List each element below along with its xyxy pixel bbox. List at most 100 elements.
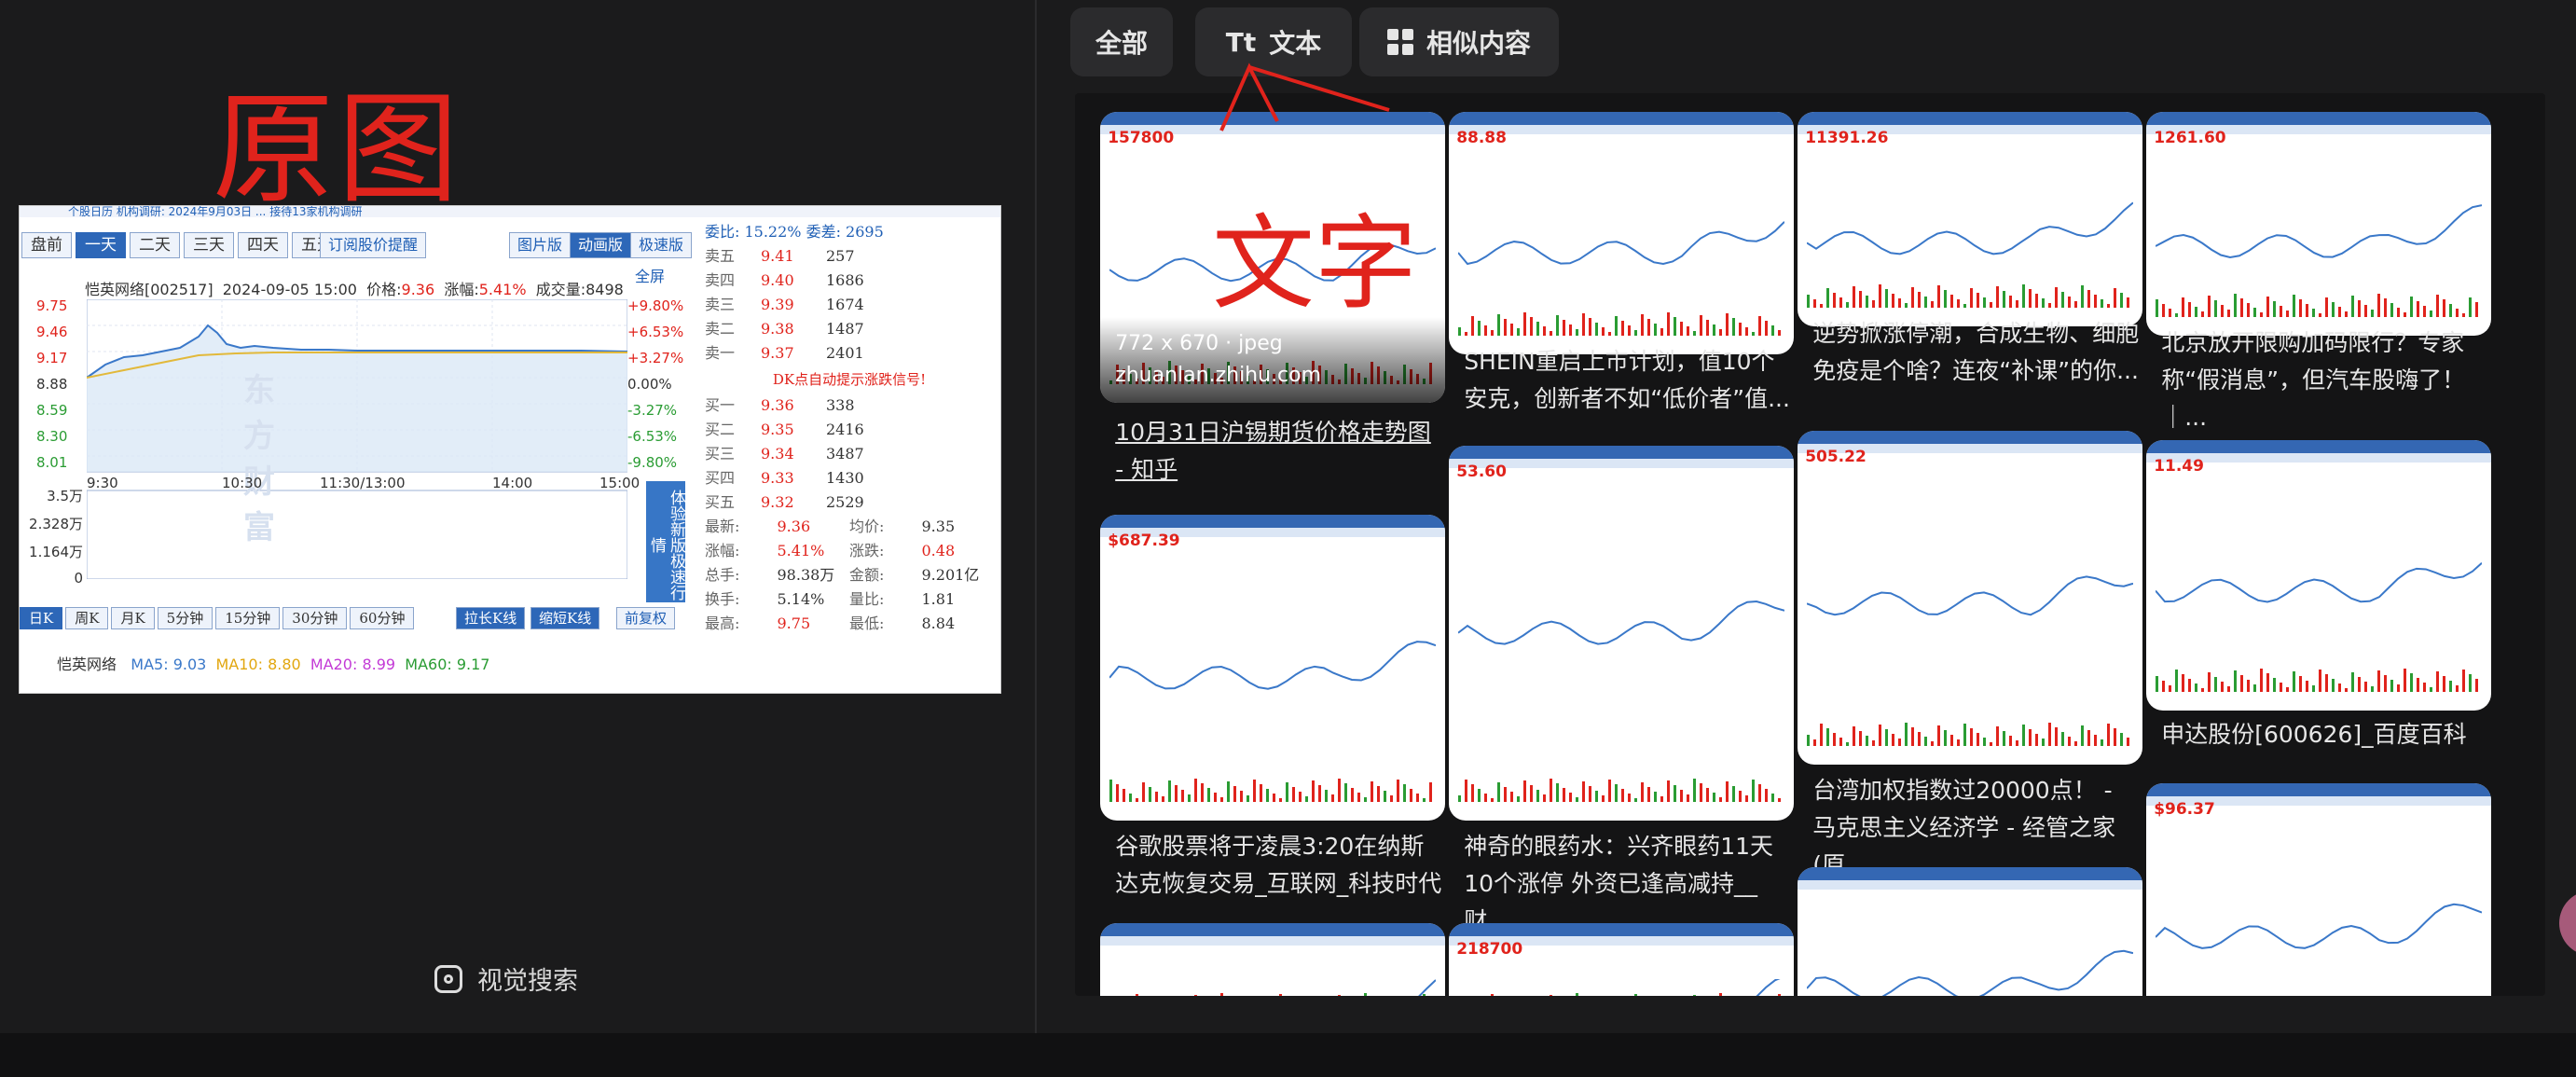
buy-order-row-n: 买二 (705, 421, 736, 438)
thumb-headline: 1261.60 (2154, 129, 2226, 147)
result-thumbnail[interactable]: 218700 (1449, 923, 1795, 996)
tab-three-days[interactable]: 三天 (184, 232, 234, 258)
price-value: 9.36 (401, 281, 435, 298)
camera-scan-icon (434, 964, 462, 993)
forward-adjust-select[interactable]: 前复权 (616, 607, 676, 629)
annotation-original-label: 原图 (213, 78, 463, 220)
quote-stat-row: 换手: 5.14% 量比: 1.81 (705, 587, 994, 612)
time-tick: 9:30 (87, 475, 118, 491)
thumb-headline: 505.22 (1805, 448, 1867, 466)
stock-top-text: 个股日历 机构调研: 2024年9月03日 ... 接待13家机构调研 (20, 206, 1000, 217)
sell-orders: 卖五 9.41 257 卖四 9.40 1686 卖三 9.39 1674 卖二 9.38 1487 卖… (705, 244, 994, 366)
result-thumbnail[interactable]: 88.88 (1449, 112, 1795, 354)
volume-tick: 3.5万 (47, 488, 83, 504)
thumb-header (1798, 431, 2143, 444)
result-thumbnail[interactable]: 1261.60 (2146, 112, 2492, 336)
quote-stat-row: 最高: 9.75 最低: 8.84 (705, 612, 994, 636)
tab-60min[interactable]: 60分钟 (350, 607, 415, 629)
quote-stat-cell: 涨跌: (849, 542, 885, 559)
time-tick: 14:00 (492, 475, 533, 491)
tab-two-days[interactable]: 二天 (130, 232, 180, 258)
tab-text-label: 文本 (1269, 28, 1322, 59)
sell-order-row: 卖三 9.39 1674 (705, 293, 994, 317)
buy-order-row: 买四 9.33 1430 (705, 466, 994, 490)
kline-tabs: 日K 周K 月K 5分钟 15分钟 30分钟 60分钟 (20, 607, 415, 629)
tab-four-days[interactable]: 四天 (238, 232, 288, 258)
subscribe-price-alert-button[interactable]: 订阅股价提醒 (320, 232, 427, 258)
change-label: 涨幅: (444, 281, 479, 298)
volume-tick: 2.328万 (29, 516, 83, 532)
quote-stat-cell: 均价: (849, 518, 885, 535)
sell-order-row: 卖二 9.38 1487 (705, 317, 994, 341)
result-caption[interactable]: 申达股份[600626]_百度百科 (2161, 716, 2487, 753)
ma-legend: 恺英网络 MA5: 9.03 MA10: 8.80 MA20: 8.99 MA6… (57, 656, 490, 673)
visual-search-button[interactable]: 视觉搜索 (434, 960, 578, 997)
thumb-headline: 53.60 (1456, 463, 1507, 481)
new-version-banner[interactable]: 体验新版极速行情 (646, 481, 685, 602)
buy-order-row-v: 2416 (826, 421, 864, 438)
sell-order-row-n: 卖四 (705, 271, 736, 289)
lengthen-kline-button[interactable]: 拉长K线 (456, 607, 526, 629)
tab-premarket[interactable]: 盘前 (21, 232, 72, 258)
change-value: 5.41% (478, 281, 527, 298)
result-thumbnail[interactable]: 11.49 (2146, 440, 2492, 711)
quote-stat-row: 总手: 98.38万 金额: 9.201亿 (705, 563, 994, 587)
fast-version-button[interactable]: 极速版 (630, 232, 693, 258)
quote-stat-cell: 最低: (849, 614, 885, 632)
tab-weekly-k[interactable]: 周K (65, 607, 109, 629)
picture-version-button[interactable]: 图片版 (509, 232, 572, 258)
sell-order-row-p: 9.38 (761, 320, 794, 338)
annotation-text-label: 文字 (1212, 204, 1417, 324)
time-tick: 10:30 (222, 475, 263, 491)
result-thumbnail[interactable] (1100, 923, 1446, 996)
tab-15min[interactable]: 15分钟 (215, 607, 281, 629)
shorten-kline-button[interactable]: 缩短K线 (530, 607, 600, 629)
dk-alert-text[interactable]: DK点自动提示涨跌信号! (705, 366, 994, 394)
price-tick: 8.59 (36, 402, 68, 419)
result-thumbnail[interactable]: $96.37 (2146, 783, 2492, 996)
buy-order-row: 买一 9.36 338 (705, 394, 994, 418)
animation-version-button[interactable]: 动画版 (570, 232, 632, 258)
original-stock-chart-image: 个股日历 机构调研: 2024年9月03日 ... 接待13家机构调研 盘前 一… (19, 205, 1001, 694)
percent-tick: +3.27% (627, 350, 684, 366)
result-thumbnail[interactable] (1798, 867, 2143, 996)
buy-order-row: 买三 9.34 3487 (705, 442, 994, 466)
thumb-chart (1807, 201, 2134, 308)
stock-time: 2024-09-05 15:00 (222, 281, 357, 298)
quote-stat-cell: 8.84 (921, 614, 956, 632)
price-tick: 8.30 (36, 428, 68, 445)
thumb-header (1100, 515, 1446, 528)
thumb-header (1798, 112, 2143, 125)
result-thumbnail[interactable]: 505.22 (1798, 431, 2143, 765)
volume-tick: 0 (74, 570, 83, 587)
buy-order-row-p: 9.32 (761, 493, 794, 511)
result-thumbnail[interactable]: 53.60 (1449, 446, 1795, 821)
quote-stat-cell: 98.38万 (777, 566, 835, 584)
tab-30min[interactable]: 30分钟 (282, 607, 348, 629)
result-thumbnail[interactable]: $687.39 (1100, 515, 1446, 821)
buy-order-row-n: 买五 (705, 493, 736, 511)
result-caption[interactable]: 北京放开限购加码限行？专家称“假消息”，但汽车股嗨了！｜... (2161, 324, 2487, 436)
tab-monthly-k[interactable]: 月K (111, 607, 155, 629)
fullscreen-link[interactable]: 全屏 (635, 264, 665, 286)
thumb-header (1798, 867, 2143, 880)
thumb-chart (1458, 221, 1785, 336)
tab-all[interactable]: 全部 (1070, 7, 1173, 76)
result-caption[interactable]: SHEIN重启上市计划，值10个安克，创新者不如“低价者”值... (1464, 343, 1790, 418)
thumb-headline: 88.88 (1456, 129, 1507, 147)
time-tick: 11:30/13:00 (320, 475, 406, 491)
tab-one-day[interactable]: 一天 (76, 232, 126, 258)
sell-order-row-n: 卖三 (705, 296, 736, 313)
result-caption[interactable]: 逆势掀涨停潮，合成生物、细胞免疫是个啥？连夜“补课”的你... (1812, 315, 2139, 390)
result-thumbnail[interactable]: 11391.26 (1798, 112, 2143, 326)
grid-icon (1386, 29, 1413, 55)
quote-stat-cell: 0.48 (921, 542, 956, 559)
quote-stat-row: 涨幅: 5.41% 涨跌: 0.48 (705, 539, 994, 563)
result-caption[interactable]: 10月31日沪锡期货价格走势图 - 知乎 (1115, 414, 1441, 489)
quote-stat-cell: 9.75 (777, 614, 811, 632)
sell-order-row: 卖五 9.41 257 (705, 244, 994, 269)
tab-daily-k[interactable]: 日K (20, 607, 63, 629)
quote-stat-cell: 9.201亿 (921, 566, 980, 584)
tab-5min[interactable]: 5分钟 (157, 607, 214, 629)
image-source[interactable]: zhuanlan.zhihu.com (1115, 364, 1321, 387)
